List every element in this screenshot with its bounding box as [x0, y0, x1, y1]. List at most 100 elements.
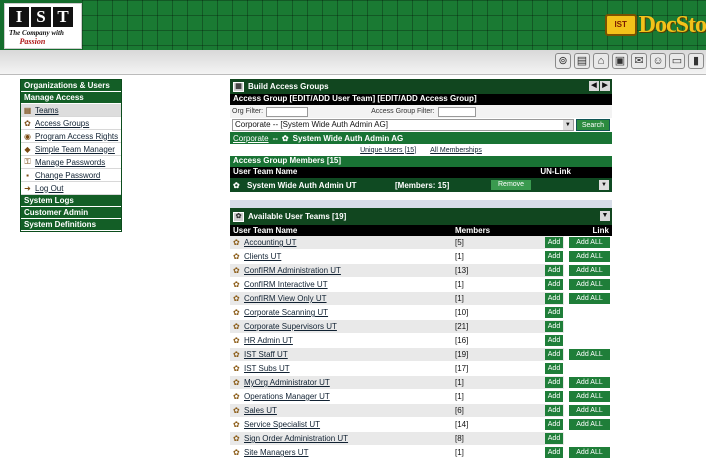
add-all-button[interactable]: Add ALL [569, 349, 610, 360]
envelope-icon[interactable]: ✉ [631, 53, 647, 69]
add-all-button[interactable]: Add ALL [569, 419, 610, 430]
team-name-link[interactable]: Accounting UT [244, 238, 296, 247]
org-link[interactable]: Corporate [233, 134, 269, 143]
nav-item-program-access-rights[interactable]: ◉ Program Access Rights [21, 130, 121, 143]
team-name-link[interactable]: Corporate Scanning UT [244, 308, 328, 317]
add-all-button[interactable]: Add ALL [569, 391, 610, 402]
brand-wordmark: DocSto [638, 11, 706, 38]
add-button[interactable]: Add [545, 321, 563, 332]
unique-users-link[interactable]: Unique Users [15] [360, 147, 416, 154]
team-name-link[interactable]: MyOrg Administrator UT [244, 378, 330, 387]
nav-header-manage-access[interactable]: Manage Access [21, 92, 121, 104]
add-all-button[interactable]: Add ALL [569, 251, 610, 262]
team-name-link[interactable]: IST Staff UT [244, 350, 288, 359]
build-access-groups-header: ▦ Build Access Groups ◀ ▶ [230, 79, 612, 94]
user-teams-table: User Team Name Members Link ✿ Accounting … [230, 225, 612, 460]
nav-header-customer-admin[interactable]: Customer Admin [21, 207, 121, 219]
add-button[interactable]: Add [545, 419, 563, 430]
collapse-icon[interactable]: ▼ [600, 211, 610, 221]
team-members: [16] [452, 333, 544, 348]
add-all-button[interactable]: Add ALL [569, 237, 610, 248]
toolbar-icons: ⊚ ▤ ⌂ ▣ ✉ ☺ ▭ ▮ [555, 53, 704, 69]
add-all-button[interactable]: Add ALL [569, 377, 610, 388]
fax-icon[interactable]: ▣ [612, 53, 628, 69]
add-all-button[interactable]: Add ALL [569, 293, 610, 304]
team-icon: ▦ [23, 105, 32, 115]
nav-item-log-out[interactable]: ➜ Log Out [21, 182, 121, 195]
team-name-link[interactable]: Sales UT [244, 406, 277, 415]
team-members: [1] [452, 249, 544, 264]
nav-item-simple-team-manager[interactable]: ◆ Simple Team Manager [21, 143, 121, 156]
add-all-button[interactable]: Add ALL [569, 405, 610, 416]
add-button[interactable]: Add [545, 265, 563, 276]
team-name-link[interactable]: IST Subs UT [244, 364, 290, 373]
context-bar[interactable]: Access Group [EDIT/ADD User Team] [EDIT/… [230, 94, 612, 105]
add-button[interactable]: Add [545, 377, 563, 388]
team-name-link[interactable]: Corporate Supervisors UT [244, 322, 337, 331]
scanner-icon[interactable]: ⌂ [593, 53, 609, 69]
team-icon: ✿ [233, 406, 240, 415]
users-icon[interactable]: ☺ [650, 53, 666, 69]
nav-header-organizations[interactable]: Organizations & Users [21, 80, 121, 92]
add-button[interactable]: Add [545, 349, 563, 360]
available-teams-header: ✿ Available User Teams [19] ▼ [230, 208, 612, 225]
remove-button[interactable]: Remove [491, 180, 532, 190]
team-name-link[interactable]: Site Managers UT [244, 448, 308, 457]
team-icon: ✿ [233, 350, 240, 359]
add-all-button[interactable]: Add ALL [569, 447, 610, 458]
logo-letters: I S T [5, 4, 81, 27]
group-icon: ✿ [281, 133, 289, 143]
add-button[interactable]: Add [545, 433, 563, 444]
nav-item-change-password[interactable]: ▪ Change Password [21, 169, 121, 182]
team-members: [6] [452, 403, 544, 418]
add-all-button[interactable]: Add ALL [569, 265, 610, 276]
add-button[interactable]: Add [545, 363, 563, 374]
binoculars-icon[interactable]: ⊚ [555, 53, 571, 69]
add-button[interactable]: Add [545, 293, 563, 304]
panel-separator [230, 200, 612, 208]
team-name-link[interactable]: HR Admin UT [244, 336, 293, 345]
folder-icon[interactable]: ▮ [688, 53, 704, 69]
all-memberships-link[interactable]: All Memberships [430, 147, 482, 154]
team-icon: ✿ [233, 364, 240, 373]
team-name-link[interactable]: ConfIRM Interactive UT [244, 280, 328, 289]
table-row: ✿ IST Subs UT [17] Add [230, 361, 612, 376]
add-button[interactable]: Add [545, 447, 563, 458]
team-name-link[interactable]: ConfIRM Administration UT [244, 266, 341, 275]
add-button[interactable]: Add [545, 307, 563, 318]
access-group-filter-input[interactable] [437, 106, 476, 117]
table-body: ✿ Accounting UT [5] Add Add ALL ✿ Clients UT [1… [230, 236, 612, 460]
add-button[interactable]: Add [545, 237, 563, 248]
add-button[interactable]: Add [545, 279, 563, 290]
nav-item-teams[interactable]: ▦ Teams [21, 104, 121, 117]
nav-item-access-groups[interactable]: ✿ Access Groups [21, 117, 121, 130]
printer-icon[interactable]: ▤ [574, 53, 590, 69]
add-button[interactable]: Add [545, 391, 563, 402]
nav-item-manage-passwords[interactable]: ⚿ Manage Passwords [21, 156, 121, 169]
table-row: ✿ ConfIRM View Only UT [1] Add Add ALL [230, 291, 612, 306]
team-name-link[interactable]: Sign Order Administration UT [244, 434, 348, 443]
team-members: [14] [452, 417, 544, 432]
team-name-link[interactable]: Operations Manager UT [244, 392, 330, 401]
org-group-bar: Corporate -- ✿ System Wide Auth Admin AG [230, 132, 612, 144]
expand-icon[interactable]: ▼ [599, 180, 609, 190]
access-group-select[interactable]: Corporate -- [System Wide Auth Admin AG]… [232, 119, 574, 131]
prev-arrow-icon[interactable]: ◀ [589, 81, 599, 91]
org-filter-input[interactable] [266, 106, 309, 117]
nav-header-system-definitions[interactable]: System Definitions [21, 219, 121, 231]
next-arrow-icon[interactable]: ▶ [600, 81, 610, 91]
search-button[interactable]: Search [575, 119, 610, 131]
add-button[interactable]: Add [545, 251, 563, 262]
table-row: ✿ Corporate Scanning UT [10] Add [230, 305, 612, 320]
team-name-link[interactable]: Service Specialist UT [244, 420, 320, 429]
nav-header-system-logs[interactable]: System Logs [21, 195, 121, 207]
logo-tagline: The Company with Passion [9, 29, 64, 46]
team-name-link[interactable]: ConfIRM View Only UT [244, 294, 327, 303]
team-icon: ✿ [233, 322, 240, 331]
add-all-button[interactable]: Add ALL [569, 279, 610, 290]
add-button[interactable]: Add [545, 335, 563, 346]
add-button[interactable]: Add [545, 405, 563, 416]
document-icon[interactable]: ▭ [669, 53, 685, 69]
team-name-link[interactable]: Clients UT [244, 252, 281, 261]
table-row: ✿ ConfIRM Interactive UT [1] Add Add ALL [230, 277, 612, 292]
